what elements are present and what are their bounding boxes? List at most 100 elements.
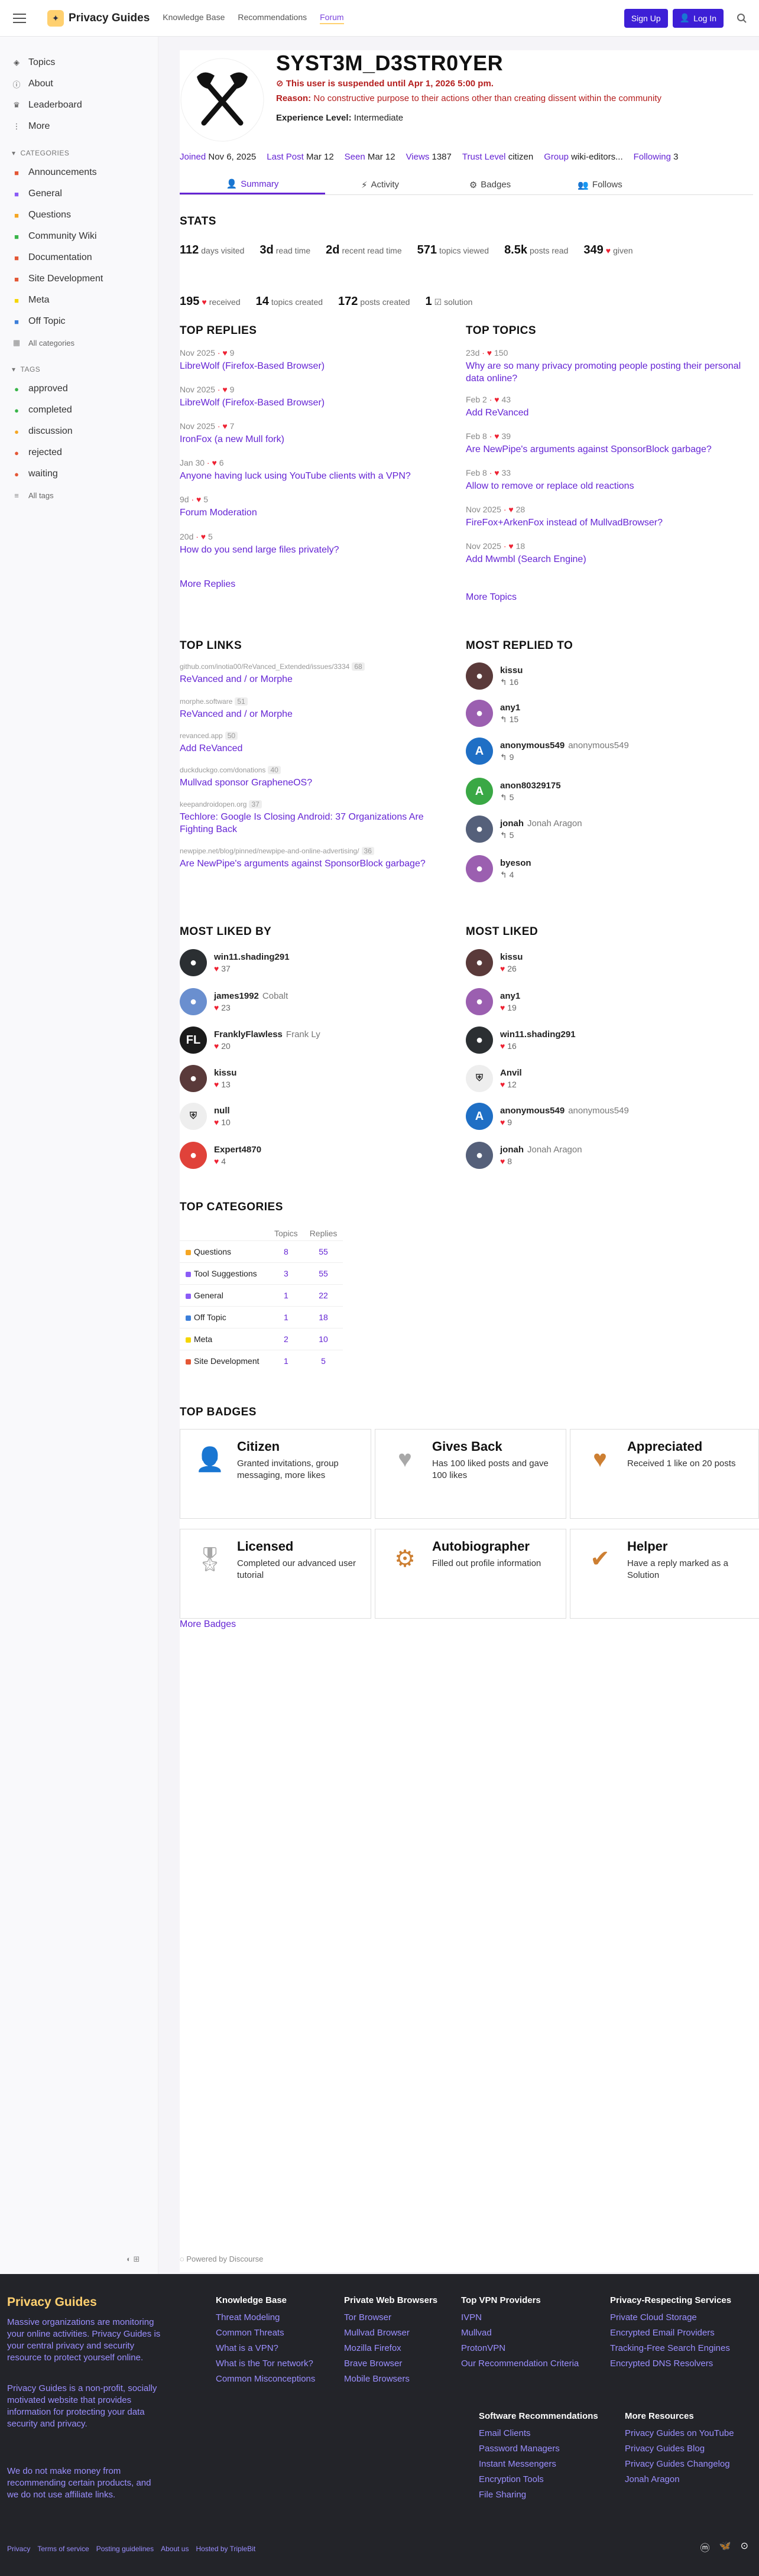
sidebar-category[interactable]: ■ Off Topic bbox=[8, 311, 150, 332]
sidebar-tag[interactable]: ≡ All tags bbox=[8, 485, 150, 506]
post-title-link[interactable]: IronFox (a new Mull fork) bbox=[180, 433, 458, 446]
footer-bottom-link[interactable]: Hosted by TripleBit bbox=[196, 2545, 255, 2553]
avatar[interactable]: ● bbox=[466, 1142, 493, 1169]
badge-card[interactable]: ✔ Helper Have a reply marked as a Solution bbox=[570, 1529, 759, 1619]
sidebar-category[interactable]: ■ Announcements bbox=[8, 162, 150, 183]
footer-link[interactable]: Encrypted Email Providers bbox=[610, 2328, 731, 2338]
sidebar-tag[interactable]: ● completed bbox=[8, 399, 150, 421]
footer-link[interactable]: Threat Modeling bbox=[216, 2312, 315, 2322]
user-row[interactable]: ● any1 ↰ 15 bbox=[466, 700, 520, 727]
footer-link[interactable]: Encryption Tools bbox=[479, 2474, 598, 2484]
user-row[interactable]: ⛨ null ♥ 10 bbox=[180, 1103, 231, 1130]
post-title-link[interactable]: Add ReVanced bbox=[466, 407, 744, 419]
category-name[interactable]: Meta bbox=[194, 1334, 212, 1344]
link-topic-title[interactable]: Techlore: Google Is Closing Android: 37 … bbox=[180, 811, 458, 836]
footer-link[interactable]: Instant Messengers bbox=[479, 2459, 598, 2469]
category-name[interactable]: Site Development bbox=[194, 1356, 260, 1366]
category-topics[interactable]: 1 bbox=[268, 1284, 304, 1307]
badge-card[interactable]: 🎖 Licensed Completed our advanced user tut… bbox=[180, 1529, 371, 1619]
tab-badges[interactable]: ⚙ Badges bbox=[435, 175, 545, 194]
user-row[interactable]: ● kissu ♥ 13 bbox=[180, 1065, 236, 1092]
avatar[interactable]: ● bbox=[466, 855, 493, 882]
user-row[interactable]: ● any1 ♥ 19 bbox=[466, 988, 520, 1015]
category-row[interactable]: Meta 2 10 bbox=[180, 1328, 343, 1350]
footer-bottom-link[interactable]: Terms of service bbox=[37, 2545, 89, 2553]
post-title-link[interactable]: Are NewPipe's arguments against SponsorB… bbox=[466, 443, 744, 456]
footer-link[interactable]: Jonah Aragon bbox=[625, 2474, 734, 2484]
footer-link[interactable]: Password Managers bbox=[479, 2444, 598, 2454]
badge-card[interactable]: ♥ Gives Back Has 100 liked posts and gave … bbox=[375, 1429, 566, 1519]
footer-link[interactable]: Mullvad bbox=[461, 2328, 579, 2338]
more-topics-link[interactable]: More Topics bbox=[466, 592, 517, 603]
sign-up-button[interactable]: Sign Up bbox=[624, 8, 668, 28]
footer-link[interactable]: Common Threats bbox=[216, 2328, 315, 2338]
powered-by[interactable]: ◌ Powered by Discourse bbox=[180, 2255, 263, 2263]
avatar[interactable]: A bbox=[466, 1103, 493, 1130]
link-topic-title[interactable]: Are NewPipe's arguments against SponsorB… bbox=[180, 857, 458, 870]
category-topics[interactable]: 3 bbox=[268, 1262, 304, 1285]
avatar[interactable]: ● bbox=[466, 700, 493, 727]
sidebar-category[interactable]: ■ Questions bbox=[8, 204, 150, 226]
footer-link[interactable]: Mozilla Firefox bbox=[344, 2343, 437, 2353]
post-title-link[interactable]: FireFox+ArkenFox instead of MullvadBrows… bbox=[466, 517, 744, 529]
footer-link[interactable]: Encrypted DNS Resolvers bbox=[610, 2359, 731, 2369]
sidebar-tag[interactable]: ● discussion bbox=[8, 421, 150, 442]
post-title-link[interactable]: LibreWolf (Firefox-Based Browser) bbox=[180, 397, 458, 409]
footer-bottom-link[interactable]: Posting guidelines bbox=[96, 2545, 154, 2553]
category-name[interactable]: Off Topic bbox=[194, 1313, 226, 1322]
footer-link[interactable]: Privacy Guides Changelog bbox=[625, 2459, 734, 2469]
avatar[interactable]: A bbox=[466, 738, 493, 765]
tab-summary[interactable]: 👤 Summary bbox=[180, 175, 325, 194]
link-domain[interactable]: revanced.app bbox=[180, 732, 223, 740]
link-domain[interactable]: github.com/inotia00/ReVanced_Extended/is… bbox=[180, 662, 349, 671]
category-replies[interactable]: 55 bbox=[303, 1262, 343, 1285]
avatar[interactable]: ⛨ bbox=[466, 1065, 493, 1092]
nav-knowledge-base[interactable]: Knowledge Base bbox=[163, 12, 225, 24]
footer-link[interactable]: Mobile Browsers bbox=[344, 2374, 437, 2384]
sidebar-tag[interactable]: ● approved bbox=[8, 378, 150, 399]
link-topic-title[interactable]: ReVanced and / or Morphe bbox=[180, 708, 458, 720]
tab-follows[interactable]: 👥 Follows bbox=[545, 175, 655, 194]
footer-link[interactable]: Brave Browser bbox=[344, 2359, 437, 2369]
sidebar-category[interactable]: ■ Site Development bbox=[8, 268, 150, 290]
user-row[interactable]: ⛨ Anvil ♥ 12 bbox=[466, 1065, 522, 1092]
badge-card[interactable]: ⚙ Autobiographer Filled out profile inform… bbox=[375, 1529, 566, 1619]
sidebar-category[interactable]: ■ Community Wiki bbox=[8, 226, 150, 247]
mastodon-icon[interactable]: ⓜ bbox=[700, 2540, 710, 2554]
user-row[interactable]: ● jonah Jonah Aragon ↰ 5 bbox=[466, 816, 582, 843]
github-icon[interactable]: ⊙ bbox=[741, 2540, 748, 2554]
tags-section-header[interactable]: ▾ TAGS bbox=[8, 360, 150, 378]
category-row[interactable]: Tool Suggestions 3 55 bbox=[180, 1262, 343, 1285]
category-replies[interactable]: 10 bbox=[303, 1328, 343, 1350]
user-row[interactable]: ● win11.shading291 ♥ 16 bbox=[466, 1026, 576, 1054]
category-replies[interactable]: 5 bbox=[303, 1350, 343, 1372]
sidebar-category[interactable]: ■ Documentation bbox=[8, 247, 150, 268]
link-topic-title[interactable]: Add ReVanced bbox=[180, 742, 458, 755]
post-title-link[interactable]: How do you send large files privately? bbox=[180, 544, 458, 556]
search-icon[interactable] bbox=[733, 9, 751, 27]
post-title-link[interactable]: Anyone having luck using YouTube clients… bbox=[180, 470, 458, 482]
category-row[interactable]: Questions 8 55 bbox=[180, 1240, 343, 1263]
avatar[interactable]: ⛨ bbox=[180, 1103, 207, 1130]
sidebar-category[interactable]: ■ General bbox=[8, 183, 150, 204]
post-title-link[interactable]: Forum Moderation bbox=[180, 506, 458, 519]
category-topics[interactable]: 1 bbox=[268, 1350, 304, 1372]
avatar[interactable]: ● bbox=[466, 988, 493, 1015]
avatar[interactable]: A bbox=[466, 778, 493, 805]
post-title-link[interactable]: Add Mwmbl (Search Engine) bbox=[466, 553, 744, 566]
footer-link[interactable]: Email Clients bbox=[479, 2428, 598, 2438]
nav-forum[interactable]: Forum bbox=[320, 12, 344, 24]
footer-link[interactable]: Our Recommendation Criteria bbox=[461, 2359, 579, 2369]
badge-card[interactable]: 👤 Citizen Granted invitations, group messa… bbox=[180, 1429, 371, 1519]
post-title-link[interactable]: Why are so many privacy promoting people… bbox=[466, 360, 744, 385]
user-row[interactable]: ● jonah Jonah Aragon ♥ 8 bbox=[466, 1142, 582, 1169]
sidebar-tag[interactable]: ● waiting bbox=[8, 463, 150, 485]
category-replies[interactable]: 18 bbox=[303, 1306, 343, 1328]
link-domain[interactable]: newpipe.net/blog/pinned/newpipe-and-onli… bbox=[180, 847, 359, 855]
hamburger-menu-icon[interactable] bbox=[13, 9, 31, 27]
footer-link[interactable]: Privacy Guides Blog bbox=[625, 2444, 734, 2454]
sidebar-category[interactable]: ▦ All categories bbox=[8, 332, 150, 353]
avatar[interactable]: ● bbox=[466, 662, 493, 690]
footer-link[interactable]: File Sharing bbox=[479, 2490, 598, 2500]
user-row[interactable]: ● Expert4870 ♥ 4 bbox=[180, 1142, 261, 1169]
